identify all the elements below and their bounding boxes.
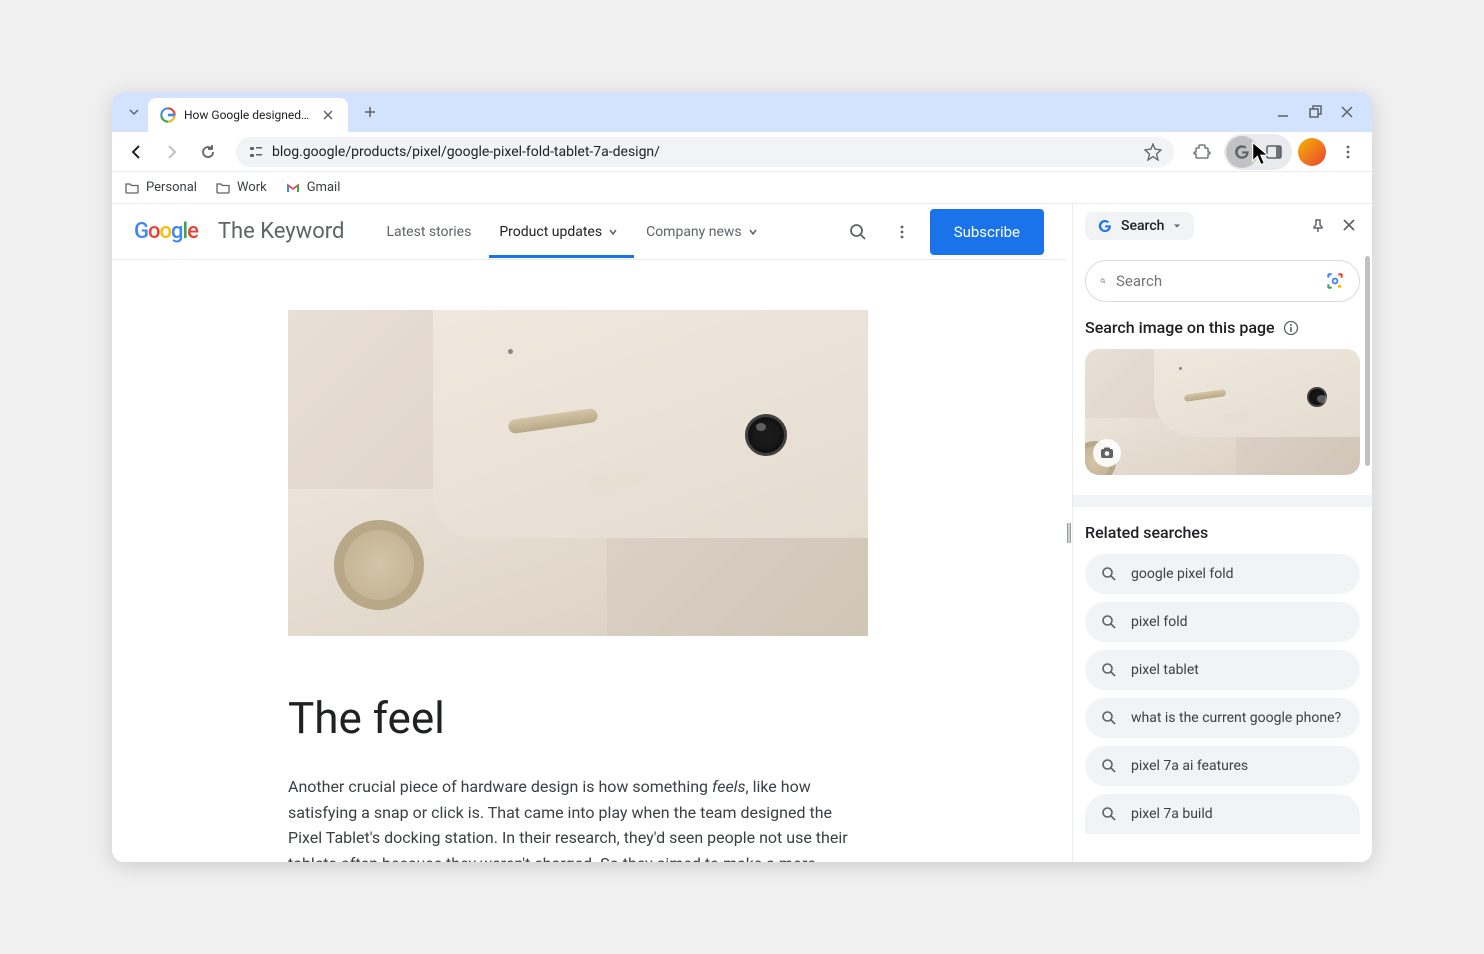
chevron-down-icon [748, 227, 758, 237]
pin-sidepanel-button[interactable] [1306, 214, 1330, 238]
info-icon[interactable] [1283, 320, 1299, 336]
side-panel-body: Search image on this page Related search… [1073, 248, 1372, 862]
chrome-menu-button[interactable] [1332, 136, 1364, 168]
forward-button[interactable] [156, 136, 188, 168]
gmail-icon [285, 180, 301, 196]
chevron-down-icon [1172, 221, 1182, 231]
side-panel-image-thumbnail[interactable] [1085, 349, 1360, 475]
lens-badge-icon [1093, 439, 1121, 467]
side-panel-search-input[interactable] [1116, 272, 1315, 290]
folder-icon [215, 180, 231, 196]
tab-title: How Google designed the P [184, 108, 312, 122]
google-search-sidepanel-button[interactable] [1226, 136, 1258, 168]
site-menu-button[interactable] [886, 216, 918, 248]
article-paragraph: Another crucial piece of hardware design… [288, 774, 868, 862]
main-content: Google The Keyword Latest stories Produc… [112, 204, 1066, 862]
chevron-down-icon [608, 227, 618, 237]
side-panel-header: Search [1073, 204, 1372, 248]
bookmark-gmail[interactable]: Gmail [285, 180, 341, 196]
search-icon [1101, 614, 1117, 630]
google-lens-icon[interactable] [1325, 271, 1345, 291]
toolbar-right [1186, 134, 1364, 170]
bookmark-label: Work [237, 180, 267, 195]
search-icon [1101, 662, 1117, 678]
window-controls [1276, 105, 1364, 119]
browser-window: How Google designed the P blog.google/pr… [112, 92, 1372, 862]
tab-search-dropdown[interactable] [120, 98, 148, 126]
google-g-icon [1097, 218, 1113, 234]
close-sidepanel-button[interactable] [1338, 214, 1360, 238]
bookmark-star-icon[interactable] [1144, 143, 1162, 161]
bookmark-personal[interactable]: Personal [124, 180, 197, 196]
tab-bar: How Google designed the P [112, 92, 1372, 132]
extensions-button[interactable] [1186, 136, 1218, 168]
site-title[interactable]: The Keyword [218, 219, 345, 244]
article-heading: The feel [288, 692, 868, 744]
search-icon [1100, 272, 1106, 290]
close-tab-icon[interactable] [320, 107, 336, 123]
site-info-icon[interactable] [248, 144, 264, 160]
reload-button[interactable] [192, 136, 224, 168]
site-header-right: Subscribe [842, 209, 1044, 255]
back-button[interactable] [120, 136, 152, 168]
google-logo[interactable]: Google [134, 219, 198, 244]
search-image-section-title: Search image on this page [1085, 318, 1360, 337]
search-icon [1101, 758, 1117, 774]
maximize-button[interactable] [1308, 105, 1322, 119]
article-hero-image [288, 310, 868, 636]
bookmarks-bar: Personal Work Gmail [112, 172, 1372, 204]
bookmark-label: Personal [146, 180, 197, 195]
profile-avatar[interactable] [1298, 138, 1326, 166]
sidepanel-toggle-group [1224, 134, 1292, 170]
address-bar: blog.google/products/pixel/google-pixel-… [112, 132, 1372, 172]
site-nav: Latest stories Product updates Company n… [384, 207, 759, 257]
side-panel-selector[interactable]: Search [1085, 212, 1194, 240]
article-body: The feel Another crucial piece of hardwa… [288, 260, 868, 862]
bookmark-label: Gmail [307, 180, 341, 195]
site-search-button[interactable] [842, 216, 874, 248]
nav-product-updates[interactable]: Product updates [497, 207, 620, 257]
content-area: Google The Keyword Latest stories Produc… [112, 204, 1372, 862]
close-window-button[interactable] [1340, 105, 1354, 119]
related-search-item[interactable]: pixel 7a build [1085, 794, 1360, 834]
active-tab[interactable]: How Google designed the P [148, 98, 348, 132]
search-icon [1101, 806, 1117, 822]
url-bar[interactable]: blog.google/products/pixel/google-pixel-… [236, 137, 1174, 167]
nav-company-news[interactable]: Company news [644, 207, 760, 257]
related-search-item[interactable]: pixel 7a ai features [1085, 746, 1360, 786]
side-panel: Search Search image on this page [1072, 204, 1372, 862]
minimize-button[interactable] [1276, 105, 1290, 119]
related-search-item[interactable]: google pixel fold [1085, 554, 1360, 594]
sidepanel-button[interactable] [1258, 136, 1290, 168]
site-header: Google The Keyword Latest stories Produc… [112, 204, 1066, 260]
related-searches-title: Related searches [1085, 523, 1360, 542]
new-tab-button[interactable] [356, 98, 384, 126]
folder-icon [124, 180, 140, 196]
url-text: blog.google/products/pixel/google-pixel-… [272, 144, 1136, 160]
search-icon [1101, 710, 1117, 726]
related-search-item[interactable]: pixel fold [1085, 602, 1360, 642]
search-icon [1101, 566, 1117, 582]
bookmark-work[interactable]: Work [215, 180, 267, 196]
divider [1073, 495, 1372, 507]
google-favicon [160, 107, 176, 123]
related-search-item[interactable]: what is the current google phone? [1085, 698, 1360, 738]
related-search-item[interactable]: pixel tablet [1085, 650, 1360, 690]
nav-latest-stories[interactable]: Latest stories [384, 207, 473, 257]
side-panel-search-box[interactable] [1085, 260, 1360, 302]
subscribe-button[interactable]: Subscribe [930, 209, 1044, 255]
